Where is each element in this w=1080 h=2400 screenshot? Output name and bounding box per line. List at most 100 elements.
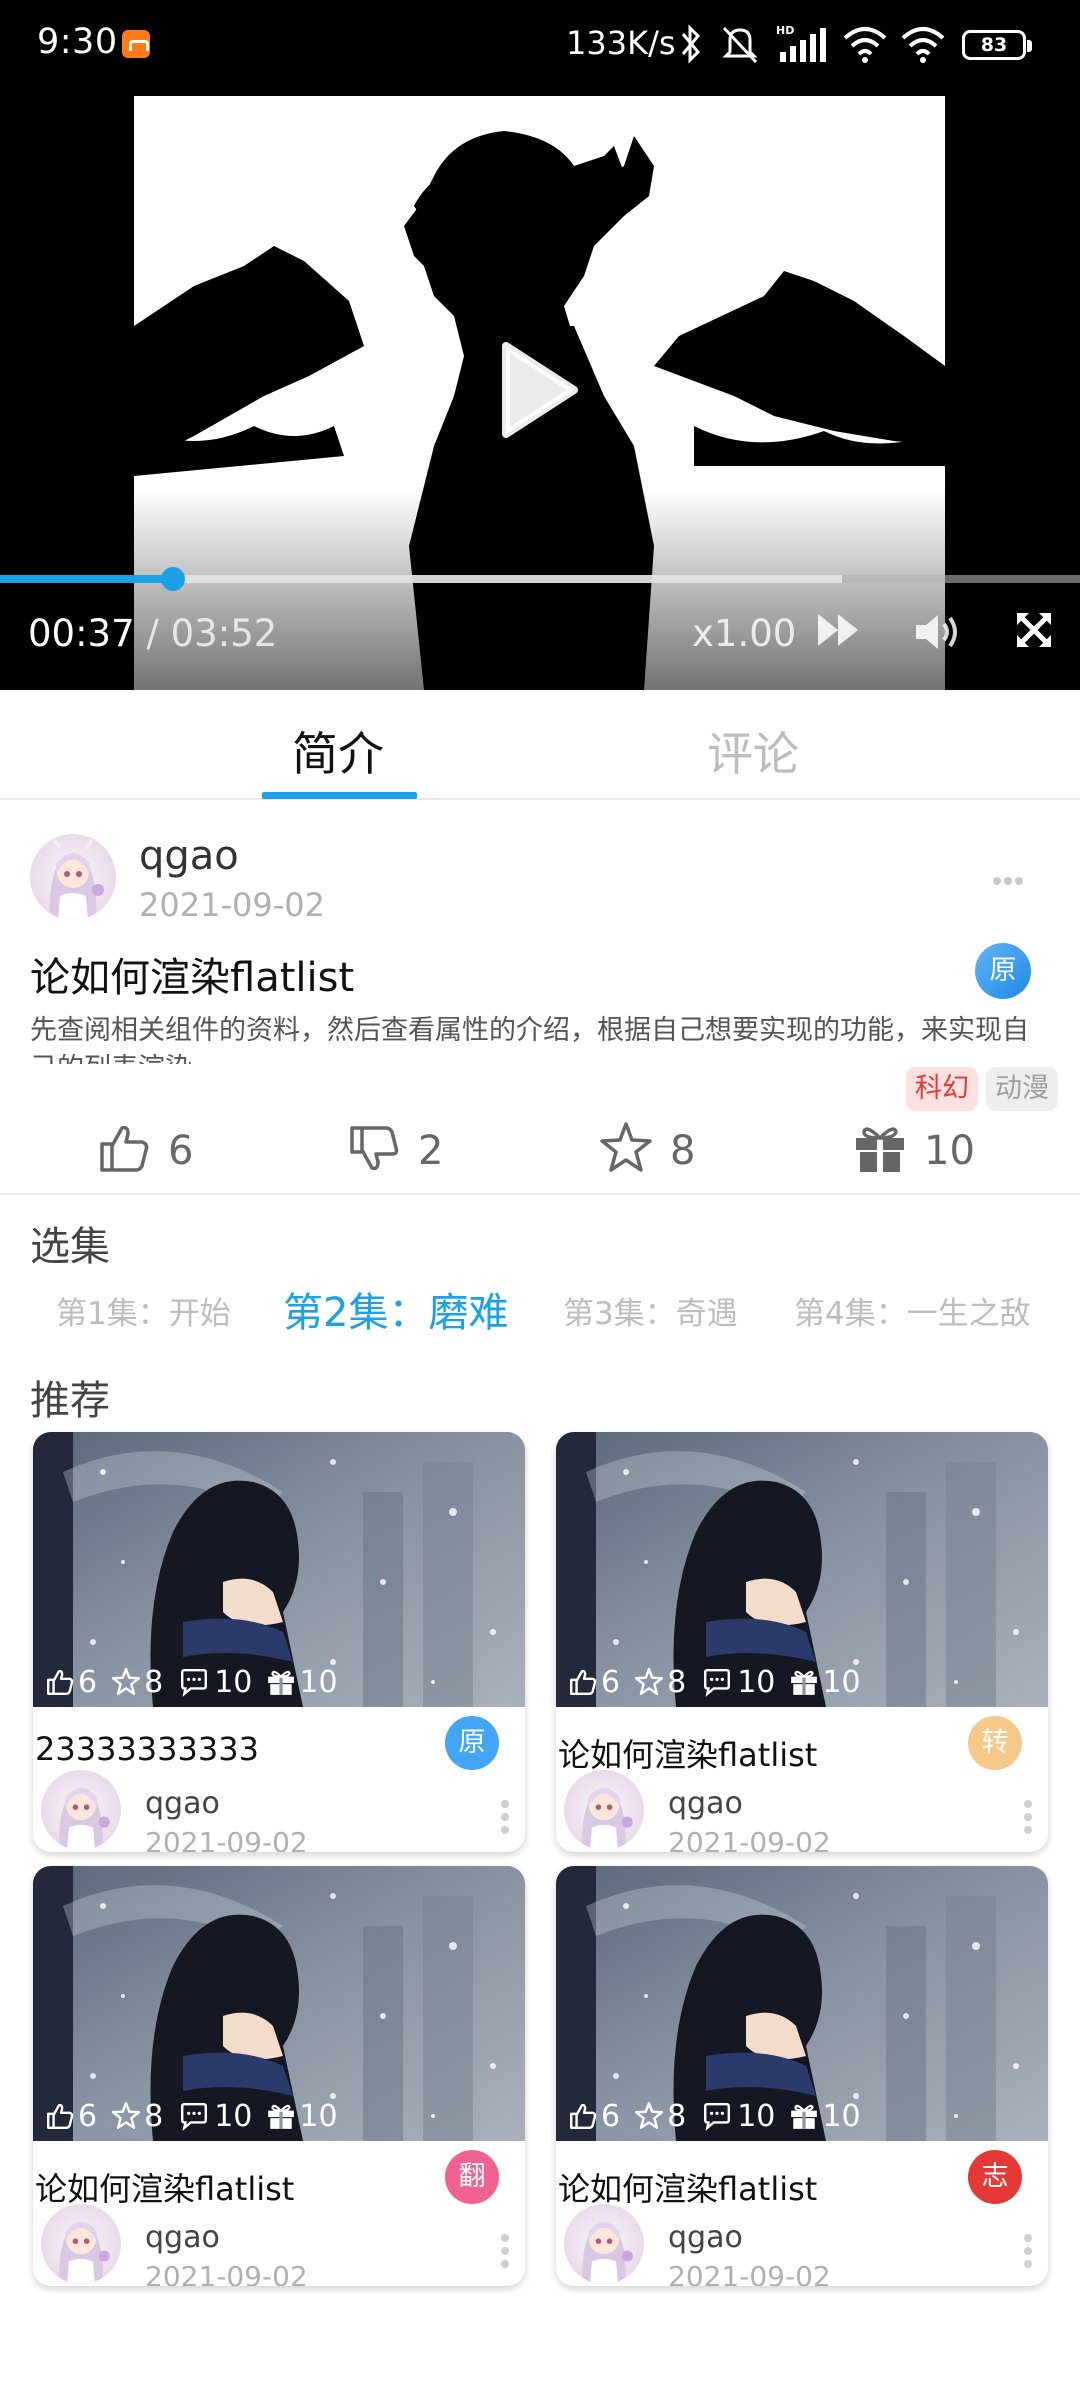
card-stats: 6 8 10 10: [45, 1664, 352, 1700]
card-like-count: 6: [78, 2098, 98, 2134]
card-date: 2021-09-02: [145, 2260, 308, 2286]
card-author-avatar[interactable]: [564, 1770, 644, 1850]
author-avatar[interactable]: [30, 834, 116, 920]
card-type-badge: 志: [968, 2150, 1022, 2204]
hd-signal-icon: HD: [776, 24, 826, 62]
card-stats: 6 8 10 10: [568, 2098, 875, 2134]
card-more-icon[interactable]: [1024, 2234, 1034, 2274]
comment-icon: [181, 1669, 208, 1697]
progress-bar[interactable]: [0, 567, 1080, 591]
star-icon: [635, 2101, 664, 2129]
card-stats: 6 8 10 10: [45, 2098, 352, 2134]
time-separator: /: [134, 612, 171, 655]
card-comment-count: 10: [214, 1664, 253, 1700]
thumbs-down-icon: [350, 1126, 399, 1171]
recommend-card-2[interactable]: 6 8 10 10 论如何渲染flatlist 转 qgao 2021-09-0…: [556, 1432, 1048, 1852]
tab-indicator: [262, 792, 417, 799]
status-bar: 9:30 133K/s HD 83: [0, 0, 1080, 90]
tab-comments[interactable]: 评论: [707, 718, 799, 784]
recommend-card-1[interactable]: 6 8 10 10 23333333333 原 qgao 2021-09-02: [33, 1432, 525, 1852]
original-badge: 原: [975, 943, 1031, 999]
svg-text:HD: HD: [776, 24, 794, 37]
card-date: 2021-09-02: [668, 2260, 831, 2286]
notification-app-icon: [122, 30, 150, 58]
gift-icon: [856, 1127, 904, 1172]
episodes-heading: 选集: [30, 1224, 110, 1270]
card-like-count: 6: [78, 1664, 98, 1700]
next-icon[interactable]: [816, 610, 860, 650]
favorite-button[interactable]: 8: [598, 1120, 695, 1180]
more-options-icon[interactable]: [993, 870, 1027, 885]
card-author-name[interactable]: qgao: [668, 1786, 743, 1821]
card-comment-count: 10: [737, 2098, 776, 2134]
playback-time: 00:37 / 03:52: [28, 612, 277, 655]
like-count: 6: [168, 1128, 194, 1174]
gift-icon: [791, 2104, 818, 2129]
card-author-name[interactable]: qgao: [145, 2220, 220, 2255]
current-time: 00:37: [28, 612, 135, 655]
star-icon: [112, 1667, 141, 1695]
card-star-count: 8: [144, 2098, 164, 2134]
card-more-icon[interactable]: [501, 2234, 511, 2274]
section-divider: [0, 1193, 1080, 1195]
card-thumbnail: 6 8 10 10: [33, 1866, 525, 2141]
card-gift-count: 10: [822, 1664, 861, 1700]
card-author-avatar[interactable]: [564, 2204, 644, 2284]
comment-icon: [704, 1669, 731, 1697]
comment-icon: [704, 2103, 731, 2131]
card-author-avatar[interactable]: [41, 1770, 121, 1850]
tag-scifi[interactable]: 科幻: [906, 1067, 978, 1111]
card-gift-count: 10: [299, 2098, 338, 2134]
tag-anime[interactable]: 动漫: [986, 1067, 1058, 1111]
gift-count: 10: [924, 1128, 975, 1174]
video-description: 先查阅相关组件的资料，然后查看属性的介绍，根据自己想要实现的功能，来实现自己的列…: [30, 1015, 1029, 1064]
battery-icon: 83: [962, 30, 1032, 60]
episode-2[interactable]: 第2集：磨难: [283, 1280, 508, 1338]
episode-4[interactable]: 第4集：一生之敌: [794, 1288, 1031, 1333]
recommend-card-3[interactable]: 6 8 10 10 论如何渲染flatlist 翻 qgao 2021-09-0…: [33, 1866, 525, 2286]
card-thumbnail: 6 8 10 10: [556, 1866, 1048, 2141]
card-more-icon[interactable]: [501, 1800, 511, 1840]
gift-button[interactable]: 10: [852, 1120, 975, 1180]
progress-played: [0, 575, 173, 583]
card-author-name[interactable]: qgao: [145, 1786, 220, 1821]
play-icon[interactable]: [500, 340, 580, 440]
gift-icon: [791, 1670, 818, 1695]
gift-icon: [268, 2104, 295, 2129]
card-type-badge: 翻: [445, 2150, 499, 2204]
card-author-name[interactable]: qgao: [668, 2220, 743, 2255]
controls-shade: [0, 490, 1080, 690]
like-button[interactable]: 6: [96, 1120, 193, 1180]
card-star-count: 8: [667, 1664, 687, 1700]
card-title: 论如何渲染flatlist: [35, 2170, 295, 2208]
card-date: 2021-09-02: [145, 1826, 308, 1852]
progress-thumb[interactable]: [160, 567, 185, 591]
card-type-badge: 转: [968, 1716, 1022, 1770]
fullscreen-icon[interactable]: [1014, 610, 1054, 650]
author-name[interactable]: qgao: [139, 833, 239, 879]
card-more-icon[interactable]: [1024, 1800, 1034, 1840]
card-title: 论如何渲染flatlist: [558, 2170, 818, 2208]
star-icon: [600, 1122, 652, 1172]
status-time: 9:30: [37, 22, 118, 62]
favorite-count: 8: [670, 1128, 696, 1174]
tab-intro[interactable]: 简介: [292, 718, 384, 784]
network-speed: 133K/s: [566, 24, 676, 62]
playback-speed-button[interactable]: x1.00: [692, 612, 796, 655]
dislike-button[interactable]: 2: [346, 1120, 443, 1180]
mute-icon: [722, 26, 758, 64]
video-player[interactable]: 00:37 / 03:52 x1.00: [0, 90, 1080, 690]
episode-1[interactable]: 第1集：开始: [56, 1288, 231, 1333]
card-type-badge: 原: [445, 1716, 499, 1770]
thumbs-up-icon: [47, 2103, 74, 2129]
star-icon: [112, 2101, 141, 2129]
recommend-card-4[interactable]: 6 8 10 10 论如何渲染flatlist 志 qgao 2021-09-0…: [556, 1866, 1048, 2286]
tab-bar: 简介 评论: [0, 690, 1080, 800]
star-icon: [635, 1667, 664, 1695]
gift-icon: [268, 1670, 295, 1695]
thumbs-up-icon: [100, 1125, 149, 1172]
publish-date: 2021-09-02: [139, 886, 325, 924]
volume-icon[interactable]: [912, 610, 962, 654]
episode-3[interactable]: 第3集：奇遇: [563, 1288, 738, 1333]
card-author-avatar[interactable]: [41, 2204, 121, 2284]
